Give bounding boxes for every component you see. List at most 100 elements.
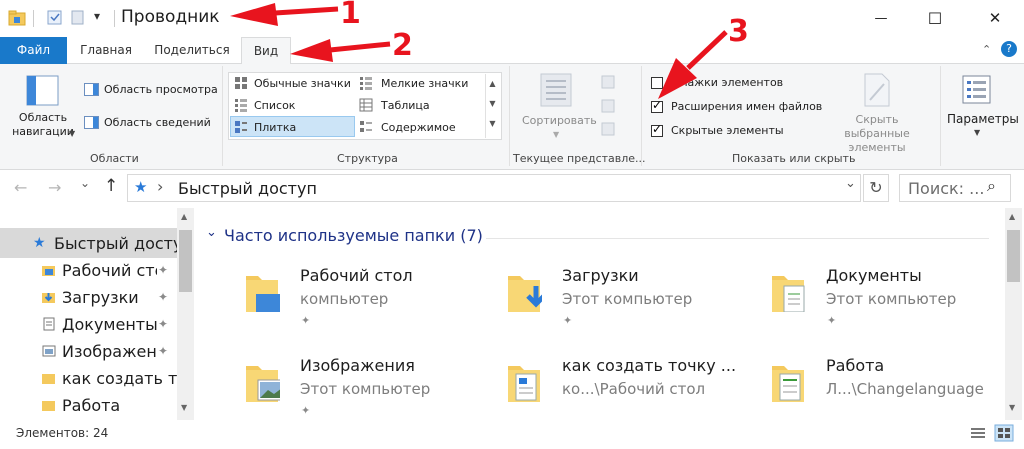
item-checkboxes-checkbox[interactable] [651,77,663,89]
table-icon [359,98,373,112]
options-icon [962,75,991,104]
recent-locations-button[interactable]: ⌄ [80,176,90,190]
search-icon: ⌕ [987,176,996,195]
gallery-scroll[interactable]: ▲ ▼ ▼ [485,74,499,138]
sidebar-item-label: как создать точку [62,369,177,388]
section-title[interactable]: Часто используемые папки (7) [224,226,483,245]
scroll-down-icon[interactable]: ▼ [181,403,187,412]
tab-view[interactable]: Вид [241,37,291,65]
tab-home[interactable]: Главная [70,37,142,64]
desktop-folder-icon [42,266,55,276]
pin-icon[interactable]: ✦ [158,311,168,338]
close-button[interactable]: ✕ [970,0,1020,37]
sidebar-item-label: Рабочий стол [62,261,157,280]
content-scrollbar[interactable]: ▲ ▼ [1005,208,1022,420]
tile-item[interactable]: Работа Л...\Changelanguage [770,356,1010,422]
layout-table[interactable]: Таблица [381,99,430,112]
folder-icon [42,374,55,384]
sidebar-item-label: Изображения [62,342,157,361]
file-extensions-checkbox[interactable] [651,98,663,113]
pin-icon[interactable]: ✦ [158,257,168,284]
maximize-button[interactable]: ☐ [912,0,958,37]
layout-content[interactable]: Содержимое [381,121,456,134]
details-view-icon[interactable] [970,426,986,440]
details-pane-button[interactable]: Область сведений [104,116,211,129]
tile-item[interactable]: Изображения Этот компьютер ✦ [244,356,484,422]
up-button[interactable]: ↑ [104,176,118,196]
options-button[interactable]: Параметры [947,112,1019,126]
address-dropdown-icon[interactable]: ⌄ [845,176,856,191]
status-bar: Элементов: 24 [0,420,1024,449]
layout-list[interactable]: Список [254,99,295,112]
new-folder-icon[interactable] [71,10,85,26]
tile-subtitle: Этот компьютер [562,290,693,308]
content-pane: ⌄ Часто используемые папки (7) Рабочий с… [196,208,1024,420]
ribbon-tabs: Файл Главная Поделиться Вид ⌃ ? [0,37,1024,65]
pin-icon[interactable]: ✦ [158,284,168,311]
tile-icon [235,121,247,133]
tile-name: Загрузки [562,266,639,285]
tile-name: Изображения [300,356,415,375]
chevron-down-icon: ▼ [69,129,76,138]
large-icons-view-icon[interactable] [994,424,1014,442]
tab-share[interactable]: Поделиться [146,37,238,64]
desktop-folder-icon [246,276,280,312]
tile-item[interactable]: Документы Этот компьютер ✦ [770,266,1010,332]
sidebar-item-downloads[interactable]: Загрузки ✦ [0,284,178,311]
layout-small-icons[interactable]: Мелкие значки [381,77,468,90]
layout-normal-icons[interactable]: Обычные значки [254,77,351,90]
back-button[interactable]: ← [14,178,27,197]
scroll-thumb[interactable] [179,230,192,292]
tile-item[interactable]: Рабочий стол компьютер ✦ [244,266,484,332]
annotation-label-2: 2 [392,28,413,63]
normal-icons-icon [235,77,247,89]
sort-button[interactable]: Сортировать [522,114,597,127]
sidebar-item-documents[interactable]: Документы ✦ [0,311,178,338]
sidebar-item-work[interactable]: Работа [0,392,178,419]
scroll-up-icon[interactable]: ▲ [1009,212,1015,221]
layout-tile[interactable]: Плитка [254,121,296,134]
folder-icon [42,401,55,411]
tab-file[interactable]: Файл [0,37,67,64]
tile-subtitle: Этот компьютер [826,290,957,308]
annotation-label-3: 3 [728,14,749,49]
group-by-icons[interactable] [600,75,622,137]
pictures-folder-icon [42,345,56,357]
sort-icon [540,73,572,107]
sidebar-scrollbar[interactable]: ▲ ▼ [177,208,194,420]
hide-selected-button[interactable]: Скрыть выбранные элементы [822,113,932,155]
forward-button[interactable]: → [48,178,61,197]
tile-subtitle: Этот компьютер [300,380,431,398]
pin-icon: ✦ [301,314,311,327]
sidebar-item-desktop[interactable]: Рабочий стол ✦ [0,257,178,284]
pin-icon[interactable]: ✦ [158,338,168,365]
properties-icon[interactable] [47,10,63,26]
scroll-up-icon[interactable]: ▲ [181,212,187,221]
downloads-folder-icon [42,293,55,303]
navigation-pane-icon [26,75,59,106]
navigation-pane-button[interactable]: Область навигации [8,111,78,139]
pin-icon: ✦ [827,314,837,327]
section-chevron-icon[interactable]: ⌄ [206,225,217,240]
sidebar-item-create-point[interactable]: как создать точку [0,365,178,392]
group-title-show-hide: Показать или скрыть [732,152,856,165]
scroll-down-icon[interactable]: ▼ [1009,403,1015,412]
star-icon: ★ [134,178,148,196]
help-icon[interactable]: ? [1001,41,1017,57]
group-title-layout: Структура [337,152,398,165]
tile-item[interactable]: как создать точку ... ко...\Рабочий стол [506,356,746,422]
tile-item[interactable]: Загрузки Этот компьютер ✦ [506,266,746,332]
navigation-pane-label-2: навигации [12,125,74,138]
minimize-button[interactable]: — [858,0,904,37]
customize-qat-icon[interactable]: ▾ [94,9,100,23]
preview-pane-button[interactable]: Область просмотра [104,83,218,96]
hidden-items-checkbox[interactable] [651,122,663,137]
sidebar-item-quick-access[interactable]: ★ Быстрый доступ [0,230,178,257]
group-title-current-view: Текущее представле... [513,152,646,165]
collapse-ribbon-icon[interactable]: ⌃ [982,43,991,56]
scroll-thumb[interactable] [1007,230,1020,282]
navigation-pane-label-1: Область [18,111,68,124]
breadcrumb-path[interactable]: Быстрый доступ [178,179,317,198]
refresh-button[interactable]: ↻ [863,174,889,202]
sidebar-item-pictures[interactable]: Изображения ✦ [0,338,178,365]
